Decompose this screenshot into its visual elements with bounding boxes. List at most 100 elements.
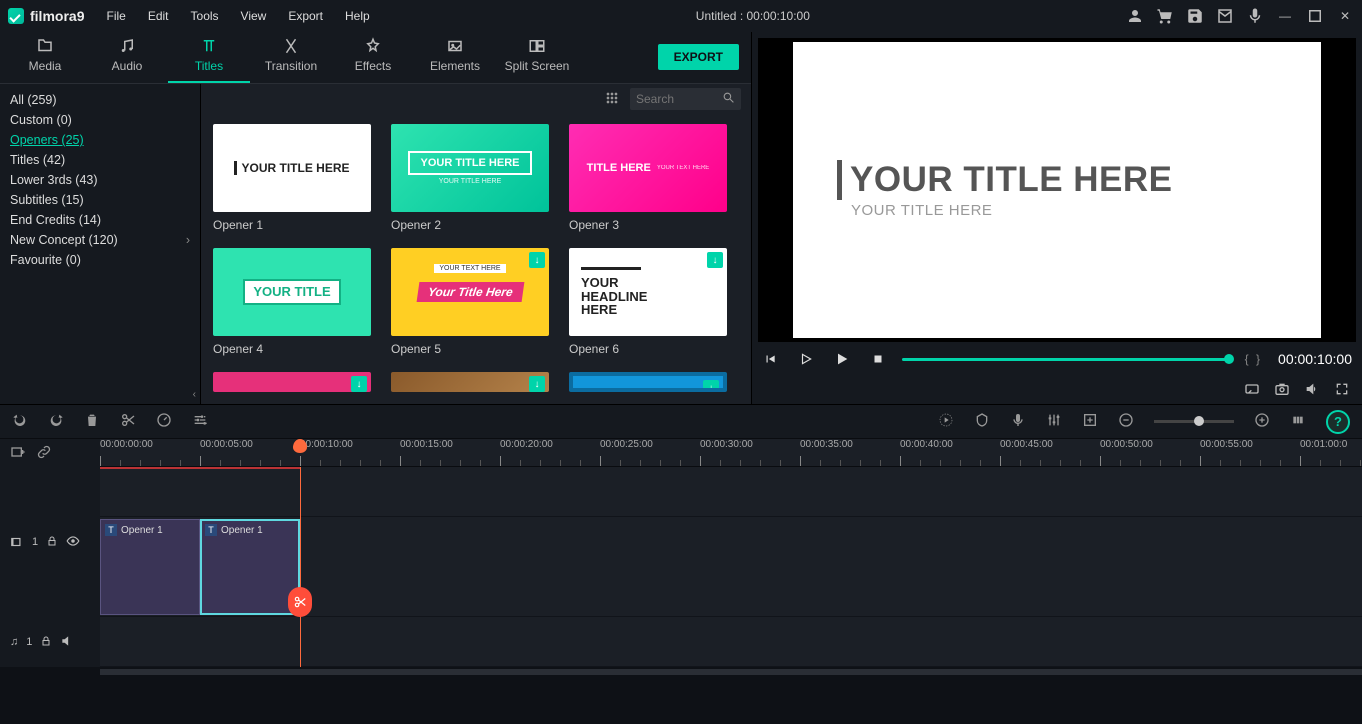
mic-icon[interactable] — [1246, 7, 1264, 25]
thumb-partial[interactable]: ↓ — [213, 372, 371, 392]
audio-track[interactable] — [100, 617, 1362, 667]
sidebar-collapse-icon[interactable]: ‹ — [193, 389, 196, 400]
help-button[interactable]: ? — [1326, 410, 1350, 434]
overlay-track[interactable] — [100, 467, 1362, 517]
download-icon[interactable]: ↓ — [351, 376, 367, 392]
zoom-slider[interactable] — [1154, 420, 1234, 423]
snapshot-icon[interactable] — [1274, 381, 1290, 400]
tab-audio[interactable]: Audio — [86, 31, 168, 83]
menu-edit[interactable]: Edit — [138, 5, 179, 27]
title-card-opener-6[interactable]: ↓YOURHEADLINEHERE Opener 6 — [569, 248, 727, 366]
tab-split-screen[interactable]: Split Screen — [496, 31, 578, 83]
audio-track-header[interactable]: ♫ 1 — [0, 617, 100, 667]
timeline-scrollbar[interactable] — [0, 667, 1362, 677]
menu-view[interactable]: View — [231, 5, 277, 27]
sidebar-item[interactable]: End Credits (14) — [10, 210, 190, 230]
audio-mixer-icon[interactable] — [1046, 412, 1062, 431]
voiceover-icon[interactable] — [1010, 412, 1026, 431]
prev-frame-button[interactable] — [762, 351, 778, 367]
sidebar-item[interactable]: Subtitles (15) — [10, 190, 190, 210]
minimize-icon[interactable]: — — [1276, 7, 1294, 25]
mark-in-out[interactable]: { } — [1245, 352, 1262, 366]
thumb-partial[interactable]: ↓ — [391, 372, 549, 392]
download-icon[interactable]: ↓ — [707, 252, 723, 268]
thumb-opener-6[interactable]: ↓YOURHEADLINEHERE — [569, 248, 727, 336]
download-icon[interactable]: ↓ — [529, 376, 545, 392]
tab-media[interactable]: Media — [4, 31, 86, 83]
thumb-opener-4[interactable]: YOUR TITLE — [213, 248, 371, 336]
menu-export[interactable]: Export — [278, 5, 333, 27]
volume-icon[interactable] — [1304, 381, 1320, 400]
thumb-partial[interactable]: ↓ — [569, 372, 727, 392]
save-icon[interactable] — [1186, 7, 1204, 25]
title-card-opener-5[interactable]: ↓YOUR TEXT HEREYour Title Here Opener 5 — [391, 248, 549, 366]
player-progress[interactable] — [902, 358, 1229, 361]
speed-button[interactable] — [156, 412, 172, 431]
zoom-knob[interactable] — [1194, 416, 1204, 426]
search-box[interactable] — [630, 88, 741, 110]
timeline-clip[interactable]: TOpener 1 — [100, 519, 200, 615]
title-card-opener-3[interactable]: TITLE HEREYOUR TEXT HERE Opener 3 — [569, 124, 727, 242]
sidebar-item[interactable]: Favourite (0) — [10, 250, 190, 270]
zoom-in-icon[interactable] — [1254, 412, 1270, 431]
tab-effects[interactable]: Effects — [332, 31, 414, 83]
sidebar-item[interactable]: All (259) — [10, 90, 190, 110]
video-track-header[interactable]: 1 — [0, 517, 100, 567]
redo-button[interactable] — [48, 412, 64, 431]
thumb-opener-3[interactable]: TITLE HEREYOUR TEXT HERE — [569, 124, 727, 212]
title-card-opener-2[interactable]: YOUR TITLE HEREYOUR TITLE HERE Opener 2 — [391, 124, 549, 242]
play-button[interactable] — [834, 351, 850, 367]
mute-icon[interactable] — [60, 634, 74, 651]
tab-titles[interactable]: Titles — [168, 31, 250, 83]
menu-file[interactable]: File — [96, 5, 135, 27]
render-preview-icon[interactable] — [938, 412, 954, 431]
tab-elements[interactable]: Elements — [414, 31, 496, 83]
menu-help[interactable]: Help — [335, 5, 380, 27]
download-icon[interactable]: ↓ — [703, 380, 719, 392]
split-button[interactable] — [288, 587, 312, 617]
sidebar-item[interactable]: Openers (25) — [10, 130, 190, 150]
export-button[interactable]: EXPORT — [658, 44, 739, 70]
title-card-opener-4[interactable]: YOUR TITLE Opener 4 — [213, 248, 371, 366]
thumb-opener-1[interactable]: YOUR TITLE HERE — [213, 124, 371, 212]
grid-view-icon[interactable] — [604, 90, 620, 109]
maximize-icon[interactable] — [1306, 7, 1324, 25]
quality-icon[interactable] — [1244, 381, 1260, 400]
progress-knob[interactable] — [1224, 354, 1234, 364]
timeline-clip[interactable]: TOpener 1 — [200, 519, 300, 615]
title-card-opener-1[interactable]: YOUR TITLE HERE Opener 1 — [213, 124, 371, 242]
search-input[interactable] — [636, 92, 716, 106]
eye-icon[interactable] — [66, 534, 80, 551]
mail-icon[interactable] — [1216, 7, 1234, 25]
account-icon[interactable] — [1126, 7, 1144, 25]
add-track-icon[interactable] — [1082, 412, 1098, 431]
playhead[interactable] — [300, 467, 301, 667]
sidebar-item[interactable]: New Concept (120)› — [10, 230, 190, 250]
sidebar-item[interactable]: Lower 3rds (43) — [10, 170, 190, 190]
zoom-out-icon[interactable] — [1118, 412, 1134, 431]
sidebar-item[interactable]: Custom (0) — [10, 110, 190, 130]
search-icon[interactable] — [722, 91, 735, 107]
add-media-icon[interactable] — [10, 444, 26, 463]
cut-button[interactable] — [120, 412, 136, 431]
play-preview-button[interactable] — [798, 351, 814, 367]
stop-button[interactable] — [870, 351, 886, 367]
fullscreen-icon[interactable] — [1334, 381, 1350, 400]
zoom-fit-icon[interactable] — [1290, 412, 1306, 431]
lock-icon[interactable] — [40, 635, 52, 650]
adjust-button[interactable] — [192, 412, 208, 431]
link-icon[interactable] — [36, 444, 52, 463]
sidebar-item[interactable]: Titles (42) — [10, 150, 190, 170]
undo-button[interactable] — [12, 412, 28, 431]
thumb-opener-5[interactable]: ↓YOUR TEXT HEREYour Title Here — [391, 248, 549, 336]
tab-transition[interactable]: Transition — [250, 31, 332, 83]
thumb-opener-2[interactable]: YOUR TITLE HEREYOUR TITLE HERE — [391, 124, 549, 212]
close-icon[interactable]: ✕ — [1336, 7, 1354, 25]
marker-icon[interactable] — [974, 412, 990, 431]
delete-button[interactable] — [84, 412, 100, 431]
playhead-handle[interactable] — [293, 439, 307, 453]
download-icon[interactable]: ↓ — [529, 252, 545, 268]
cart-icon[interactable] — [1156, 7, 1174, 25]
lock-icon[interactable] — [46, 535, 58, 550]
menu-tools[interactable]: Tools — [181, 5, 229, 27]
